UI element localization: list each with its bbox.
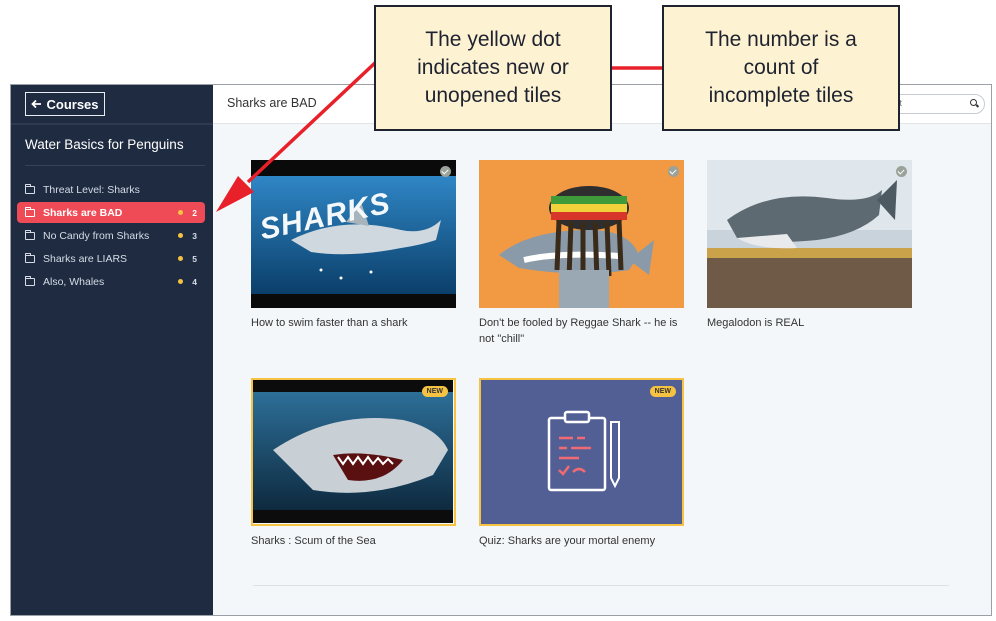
count-callout: The number is a count of incomplete tile… — [662, 5, 900, 131]
callout-line: The yellow dot — [425, 28, 561, 51]
callout-line: incomplete tiles — [708, 84, 854, 107]
callout-line: indicates new or — [417, 56, 569, 79]
callout-line: unopened tiles — [424, 84, 562, 107]
annotation-arrow-line — [246, 60, 378, 184]
yellow-dot-callout: The yellow dot indicates new or unopened… — [374, 5, 612, 131]
callout-line: The number is a — [705, 28, 857, 51]
callout-line: count of — [743, 56, 819, 79]
